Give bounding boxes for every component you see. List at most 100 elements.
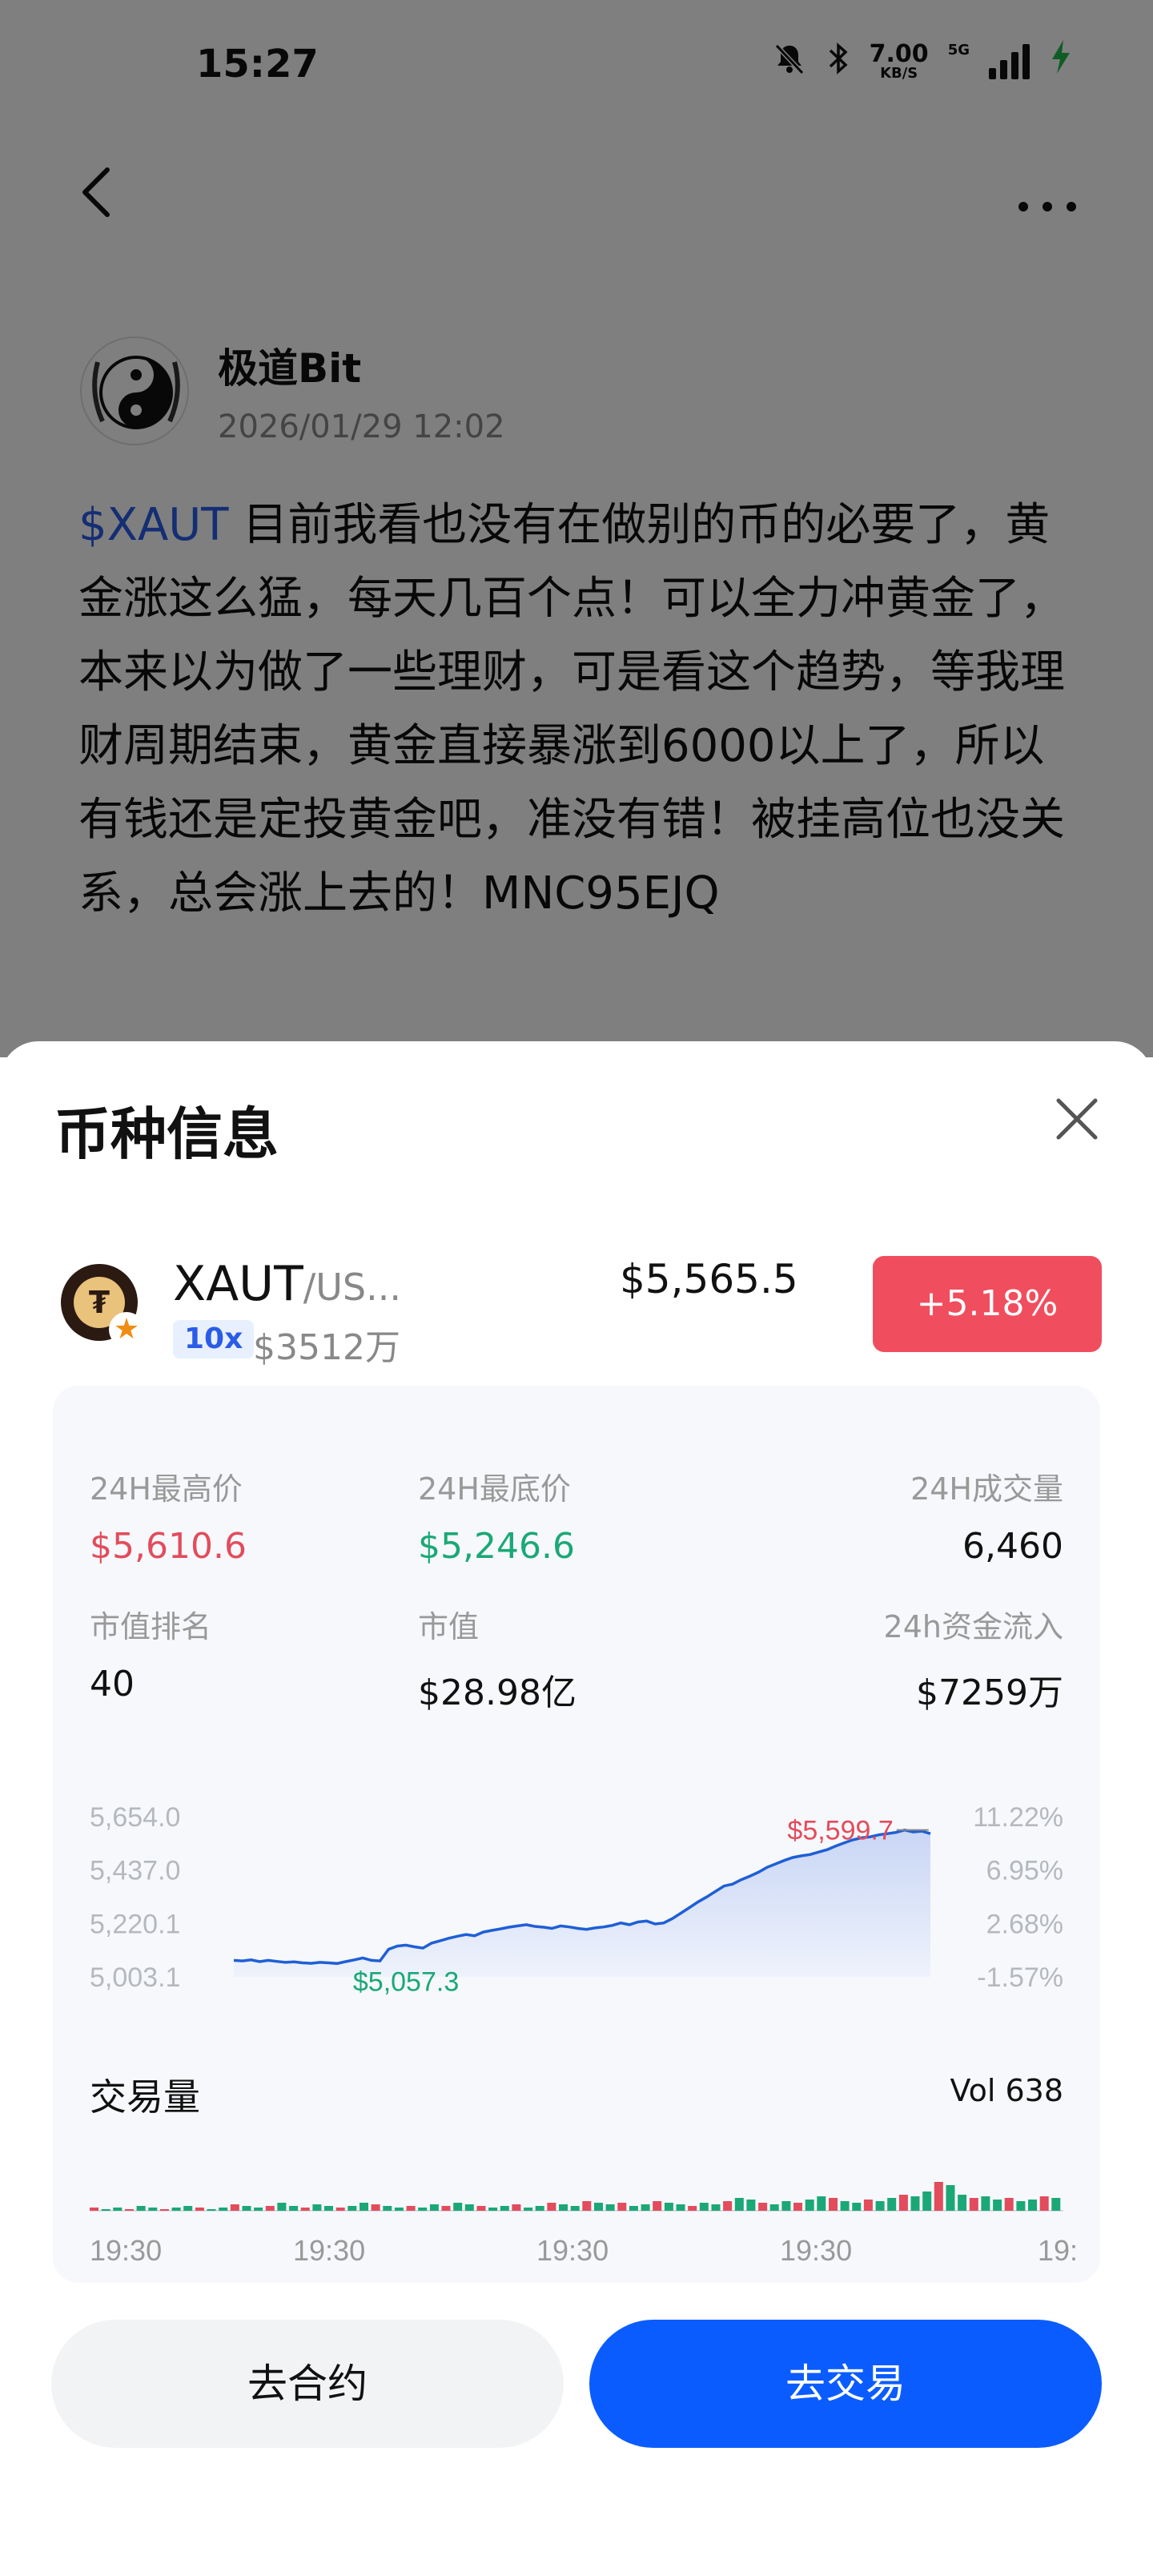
sheet-title: 币种信息 <box>54 1101 279 1167</box>
volume-bar <box>159 2209 169 2211</box>
volume-bar <box>394 2208 404 2211</box>
volume-bar <box>171 2208 181 2211</box>
volume-bar <box>1039 2196 1049 2211</box>
volume-bar <box>922 2192 932 2211</box>
volume-bar <box>90 2208 98 2211</box>
x-tick: 19:30 <box>90 2234 162 2267</box>
coin-market-cap: $3512万 <box>253 1327 400 1368</box>
volume-bar <box>195 2208 204 2211</box>
stat-label: 24H最高价 <box>90 1471 243 1507</box>
volume-bar <box>242 2206 251 2211</box>
stat-value: $5,246.6 <box>418 1526 575 1567</box>
stat-24h-volume: 24H成交量 6,460 <box>910 1464 1063 1567</box>
volume-bar <box>265 2206 275 2211</box>
volume-bar <box>500 2206 509 2211</box>
coin-pair: /US... <box>303 1266 401 1309</box>
volume-bar <box>946 2185 955 2211</box>
coin-info-sheet: 币种信息 ₮ ★ XAUT/US... 10x $3512万 $5,565.5 … <box>0 1041 1153 2576</box>
x-tick: 19:30 <box>293 2234 365 2267</box>
volume-bar <box>981 2196 990 2211</box>
volume-bar <box>512 2204 521 2211</box>
y-tick-left: 5,654.0 <box>90 1802 180 1833</box>
volume-bar <box>429 2204 439 2211</box>
price-chart[interactable]: 5,654.0 5,437.0 5,220.1 5,003.1 11.22% 6.95% 2… <box>53 1778 1100 2019</box>
volume-bar <box>524 2208 533 2211</box>
close-button[interactable] <box>1049 1091 1105 1147</box>
volume-bar <box>125 2209 134 2211</box>
volume-bar <box>805 2200 814 2211</box>
stat-label: 24H成交量 <box>910 1471 1063 1507</box>
x-tick: 19:30 <box>780 2234 852 2267</box>
volume-title: 交易量 <box>90 2075 200 2119</box>
volume-bar <box>207 2209 216 2211</box>
stat-value: 6,460 <box>962 1526 1063 1567</box>
volume-bar <box>1004 2198 1014 2211</box>
volume-bar <box>723 2201 733 2211</box>
stat-value: $5,610.6 <box>90 1526 247 1567</box>
volume-bar <box>934 2182 943 2211</box>
volume-bar <box>360 2203 368 2211</box>
volume-bar <box>441 2206 451 2211</box>
volume-bar <box>559 2204 568 2211</box>
volume-value: Vol 638 <box>950 2073 1063 2108</box>
low-label: $5,057.3 <box>353 1966 459 1997</box>
coin-name: XAUT/US... <box>173 1256 401 1312</box>
y-tick-right: -1.57% <box>977 1962 1063 1993</box>
volume-bar <box>464 2204 474 2211</box>
stat-inflow: 24h资金流入 $7259万 <box>884 1602 1063 1715</box>
price-area <box>234 1829 930 1977</box>
dim-overlay[interactable] <box>0 0 1153 1057</box>
volume-bar <box>993 2200 1002 2211</box>
stat-rank: 市值排名 40 <box>90 1602 211 1705</box>
volume-bar <box>476 2206 486 2211</box>
volume-bar <box>277 2203 287 2211</box>
volume-bar <box>148 2208 158 2211</box>
volume-bar <box>1051 2198 1061 2211</box>
x-tick: 19:30 <box>536 2234 609 2267</box>
volume-bar <box>664 2203 673 2211</box>
volume-bar <box>219 2208 228 2211</box>
volume-bar <box>488 2208 498 2211</box>
volume-bar <box>453 2203 463 2211</box>
stat-label: 市值 <box>418 1609 480 1644</box>
stat-label: 24h资金流入 <box>883 1609 1063 1644</box>
volume-bar <box>383 2206 392 2211</box>
y-tick-right: 11.22% <box>973 1802 1063 1833</box>
volume-bar <box>406 2206 416 2211</box>
volume-bar <box>113 2208 123 2211</box>
favorite-star-icon[interactable]: ★ <box>109 1312 144 1347</box>
stat-value: 40 <box>90 1664 135 1705</box>
y-tick-left: 5,220.1 <box>90 1909 180 1939</box>
volume-bar <box>101 2209 110 2211</box>
volume-bar <box>852 2203 862 2211</box>
volume-bar <box>605 2204 615 2211</box>
volume-bar <box>746 2200 756 2211</box>
volume-bar <box>829 2198 838 2211</box>
volume-bar <box>300 2208 310 2211</box>
y-tick-right: 6.95% <box>986 1856 1063 1886</box>
volume-bar <box>688 2206 697 2211</box>
volume-bar <box>734 2198 744 2211</box>
volume-bar <box>1016 2201 1026 2211</box>
volume-bar <box>594 2203 603 2211</box>
volume-bar <box>535 2206 544 2211</box>
volume-chart[interactable]: 19:30 19:30 19:30 19:30 19: <box>53 2131 1100 2283</box>
volume-bar <box>324 2206 333 2211</box>
volume-bar <box>781 2201 791 2211</box>
x-tick: 19: <box>1038 2234 1078 2267</box>
volume-bar <box>793 2203 802 2211</box>
go-trade-button[interactable]: 去交易 <box>589 2320 1102 2448</box>
xaut-logo-icon: ₮ ★ <box>61 1264 144 1347</box>
volume-bar <box>969 2198 978 2211</box>
high-label: $5,599.7 <box>787 1816 893 1846</box>
y-tick-right: 2.68% <box>986 1909 1063 1939</box>
volume-bar <box>711 2204 721 2211</box>
volume-bar <box>758 2203 768 2211</box>
volume-bar <box>898 2195 908 2211</box>
close-icon <box>1056 1098 1098 1140</box>
coin-header[interactable]: ₮ ★ XAUT/US... 10x $3512万 $5,565.5 +5.18… <box>61 1256 1102 1368</box>
stat-label: 市值排名 <box>90 1609 212 1644</box>
go-contract-button[interactable]: 去合约 <box>51 2320 564 2448</box>
volume-bar <box>817 2196 826 2211</box>
volume-bar <box>910 2196 920 2211</box>
